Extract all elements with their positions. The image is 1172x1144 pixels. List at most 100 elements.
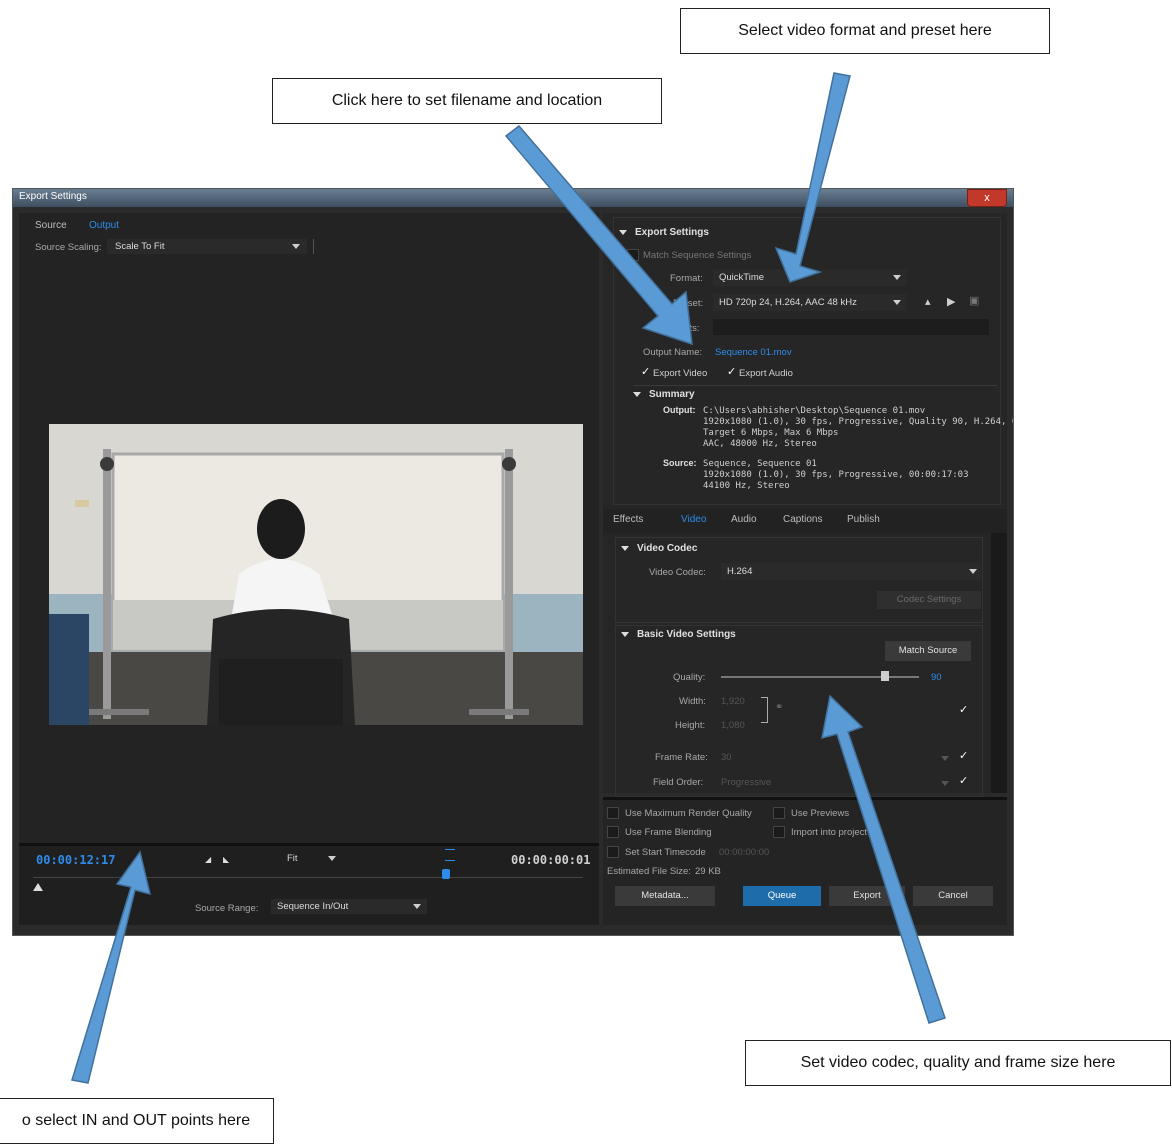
fieldorder-label: Field Order: — [653, 777, 704, 788]
aspect-bracket — [761, 697, 768, 723]
height-label: Height: — [675, 720, 706, 731]
duration-timecode: 00:00:00:01 — [511, 853, 591, 867]
summary-output-line: 1920x1080 (1.0), 30 fps, Progressive, Qu… — [703, 417, 1013, 427]
quality-slider-thumb[interactable] — [881, 671, 890, 681]
source-scaling-dropdown[interactable]: Scale To Fit — [107, 239, 307, 254]
fit-zoom-icon[interactable] — [445, 849, 455, 861]
width-height-check-icon[interactable]: ✓ — [959, 703, 968, 716]
video-codec-dropdown[interactable]: H.264 — [721, 563, 981, 580]
codec-settings-button[interactable]: Codec Settings — [877, 591, 981, 609]
close-button[interactable]: x — [967, 189, 1007, 207]
match-sequence-label: Match Sequence Settings — [643, 250, 752, 261]
max-render-checkbox[interactable] — [607, 807, 619, 819]
source-range-dropdown[interactable]: Sequence In/Out — [271, 899, 427, 914]
frame-blending-checkbox[interactable] — [607, 826, 619, 838]
framerate-value[interactable]: 30 — [721, 752, 732, 763]
queue-button[interactable]: Queue — [743, 886, 821, 906]
source-scaling-label: Source Scaling: — [35, 242, 102, 253]
chevron-down-icon — [941, 756, 949, 761]
summary-source-line: 1920x1080 (1.0), 30 fps, Progressive, 00… — [703, 470, 969, 480]
width-value[interactable]: 1,920 — [721, 696, 745, 707]
height-value[interactable]: 1,080 — [721, 720, 745, 731]
chevron-down-icon — [941, 781, 949, 786]
use-previews-checkbox[interactable] — [773, 807, 785, 819]
delete-preset-icon[interactable]: ▣ — [969, 294, 979, 307]
summary-output-label: Output: — [663, 405, 696, 415]
cancel-button[interactable]: Cancel — [913, 886, 993, 906]
summary-source-line: 44100 Hz, Stereo — [703, 481, 790, 491]
export-settings-heading-label: Export Settings — [635, 227, 709, 238]
quality-value[interactable]: 90 — [931, 672, 942, 683]
tab-audio[interactable]: Audio — [731, 514, 757, 525]
video-codec-value: H.264 — [727, 566, 753, 577]
preview-frame — [49, 424, 583, 725]
basic-video-heading[interactable]: Basic Video Settings — [621, 629, 736, 640]
output-name-label: Output Name: — [643, 347, 703, 358]
export-audio-check-icon[interactable]: ✓ — [727, 365, 736, 378]
save-preset-icon[interactable]: ▴ — [925, 295, 931, 308]
in-point-marker[interactable] — [33, 883, 43, 891]
zoom-dropdown[interactable]: Fit — [283, 851, 343, 866]
title-bar: Export Settings x — [13, 189, 1013, 207]
chevron-down-icon — [893, 275, 901, 280]
export-settings-heading[interactable]: Export Settings — [619, 227, 709, 238]
callout-filename: Click here to set filename and location — [272, 78, 662, 124]
callout-codec: Set video codec, quality and frame size … — [745, 1040, 1171, 1086]
start-timecode-checkbox[interactable] — [607, 846, 619, 858]
timeline-panel: 00:00:12:17 ◢ ◣ Fit 00:00:00:01 Source R… — [19, 843, 599, 925]
import-project-label: Import into project — [791, 827, 868, 838]
summary-source-label: Source: — [663, 458, 697, 468]
timeline-track[interactable] — [33, 877, 583, 878]
format-dropdown[interactable]: QuickTime — [713, 269, 907, 286]
summary-output-line: C:\Users\abhisher\Desktop\Sequence 01.mo… — [703, 406, 926, 416]
chevron-down-icon — [969, 569, 977, 574]
summary-heading[interactable]: Summary — [633, 389, 695, 400]
import-preset-icon[interactable]: ▶ — [947, 295, 955, 308]
fieldorder-check-icon[interactable]: ✓ — [959, 774, 968, 787]
export-button[interactable]: Export — [829, 886, 905, 906]
current-timecode[interactable]: 00:00:12:17 — [36, 853, 115, 867]
framerate-label: Frame Rate: — [655, 752, 708, 763]
max-render-label: Use Maximum Render Quality — [625, 808, 752, 819]
export-options-panel: Use Maximum Render Quality Use Previews … — [603, 797, 1007, 925]
metadata-button[interactable]: Metadata... — [615, 886, 715, 906]
chevron-down-icon — [893, 300, 901, 305]
summary-output-line: AAC, 48000 Hz, Stereo — [703, 439, 817, 449]
zoom-value: Fit — [287, 853, 298, 864]
video-codec-label: Video Codec: — [649, 567, 706, 578]
quality-slider[interactable] — [721, 676, 919, 678]
tab-source[interactable]: Source — [35, 220, 67, 231]
summary-source-line: Sequence, Sequence 01 — [703, 459, 817, 469]
framerate-check-icon[interactable]: ✓ — [959, 749, 968, 762]
callout-format: Select video format and preset here — [680, 8, 1050, 54]
chevron-down-icon — [292, 244, 300, 249]
fieldorder-value[interactable]: Progressive — [721, 777, 771, 788]
video-scrollbar[interactable] — [991, 533, 1007, 793]
link-icon[interactable]: ⚭ — [775, 702, 783, 713]
start-timecode-value[interactable]: 00:00:00:00 — [719, 847, 769, 858]
tab-captions[interactable]: Captions — [783, 514, 822, 525]
source-scaling-value: Scale To Fit — [115, 241, 165, 252]
basic-video-heading-label: Basic Video Settings — [637, 629, 736, 640]
tab-publish[interactable]: Publish — [847, 514, 880, 525]
tab-video[interactable]: Video — [681, 514, 706, 525]
video-codec-heading[interactable]: Video Codec — [621, 543, 697, 554]
export-settings-panel: Export Settings Match Sequence Settings … — [603, 213, 1013, 797]
divider — [313, 239, 314, 254]
playhead[interactable] — [442, 869, 450, 879]
preset-dropdown[interactable]: HD 720p 24, H.264, AAC 48 kHz — [713, 294, 907, 311]
comments-field[interactable] — [713, 319, 989, 335]
set-in-point-icon[interactable]: ◢ — [205, 855, 211, 864]
quality-label: Quality: — [673, 672, 706, 683]
export-video-check-icon[interactable]: ✓ — [641, 365, 650, 378]
import-project-checkbox[interactable] — [773, 826, 785, 838]
match-source-button[interactable]: Match Source — [885, 641, 971, 661]
chevron-down-icon — [328, 856, 336, 861]
tab-effects[interactable]: Effects — [613, 514, 643, 525]
match-sequence-checkbox[interactable] — [627, 249, 639, 261]
video-preview — [49, 424, 583, 725]
output-name-link[interactable]: Sequence 01.mov — [715, 347, 792, 358]
summary-heading-label: Summary — [649, 389, 695, 400]
set-out-point-icon[interactable]: ◣ — [223, 855, 229, 864]
tab-output[interactable]: Output — [89, 220, 119, 231]
